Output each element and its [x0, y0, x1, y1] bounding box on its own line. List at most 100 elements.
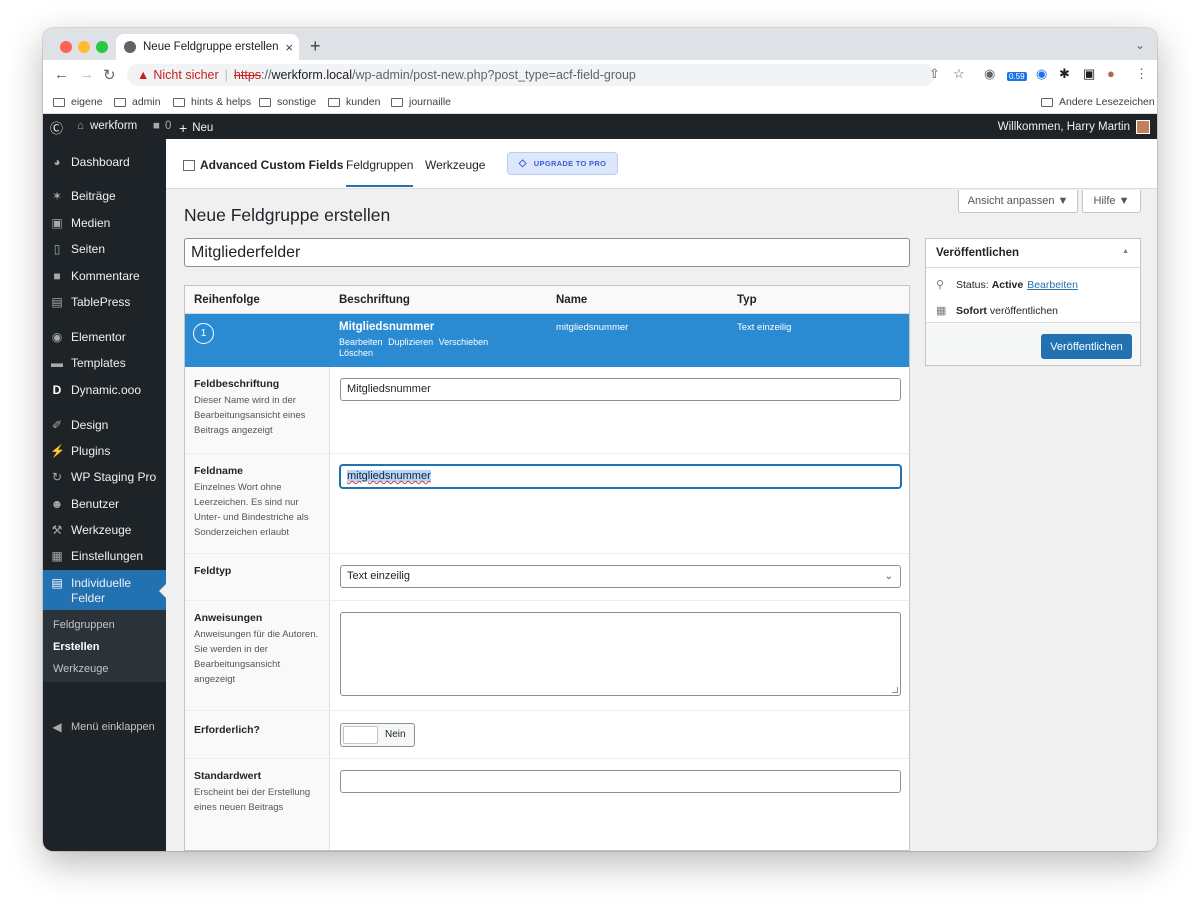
default-value-input[interactable] — [340, 770, 901, 793]
action-duplicate-link[interactable]: Duplizieren — [388, 337, 433, 347]
back-arrow-icon[interactable]: ← — [54, 66, 69, 83]
menu-item-media[interactable]: ▣ Medien — [43, 210, 166, 236]
collapse-menu-button[interactable]: ◀ Menü einklappen — [43, 714, 166, 740]
media-icon: ▣ — [51, 216, 63, 230]
wordpress-logo-icon[interactable]: Ⓒ — [50, 118, 63, 137]
minimize-window-button[interactable] — [78, 41, 90, 53]
browser-tab[interactable]: Neue Feldgruppe erstellen ‹ w × — [116, 34, 299, 60]
url-host: werkform.local — [271, 68, 353, 82]
brush-icon: ✐ — [51, 418, 63, 432]
publish-box-header[interactable]: Veröffentlichen ▲ — [926, 239, 1140, 268]
field-row-actions: Bearbeiten Duplizieren Verschieben Lösch… — [339, 337, 514, 359]
menu-item-wp-staging[interactable]: ↻ WP Staging Pro — [43, 464, 166, 490]
menu-item-dashboard[interactable]: ◕ Dashboard — [43, 149, 166, 175]
comment-icon: ■ — [53, 269, 61, 283]
bookmark-star-icon[interactable]: ☆ — [953, 66, 965, 82]
extension-badge[interactable]: 0.59 — [1007, 72, 1027, 81]
profile-avatar-icon[interactable]: ● — [1107, 66, 1115, 81]
bookmark-folder[interactable]: eigene — [53, 96, 103, 108]
chevron-down-icon: ⌄ — [884, 571, 893, 582]
field-row-active[interactable]: 1 Mitgliedsnummer Bearbeiten Duplizieren… — [185, 314, 909, 367]
field-name-input[interactable]: mitgliedsnummer — [340, 465, 901, 488]
menu-item-dynamic[interactable]: D Dynamic.ooo — [43, 377, 166, 403]
address-toolbar: ← → ↻ ▲ Nicht sicher | https://werkform.… — [43, 60, 1157, 90]
site-name-link[interactable]: ⌂ werkform — [77, 120, 137, 132]
tab-tools[interactable]: Werkzeuge — [425, 158, 485, 172]
acf-header-bar: Advanced Custom Fields Feldgruppen Werkz… — [166, 139, 1157, 189]
menu-item-tools[interactable]: ⚒ Werkzeuge — [43, 517, 166, 543]
menu-item-users[interactable]: ☻ Benutzer — [43, 491, 166, 517]
field-label-input[interactable]: Mitgliedsnummer — [340, 378, 901, 401]
forward-arrow-icon[interactable]: → — [79, 66, 94, 83]
instructions-textarea[interactable] — [340, 612, 901, 696]
publish-schedule: ▦ Sofort veröffentlichen — [936, 304, 1059, 318]
folder-icon — [53, 97, 65, 107]
folder-icon — [114, 97, 126, 107]
bookmark-folder[interactable]: kunden — [328, 96, 380, 108]
field-row-label[interactable]: Mitgliedsnummer — [339, 321, 434, 333]
action-delete-link[interactable]: Löschen — [339, 348, 373, 358]
url-scheme-separator: :// — [261, 68, 272, 82]
menu-item-plugins[interactable]: ⚡ Plugins — [43, 438, 166, 464]
camera-extension-icon[interactable]: ◉ — [984, 66, 995, 82]
globe-icon — [124, 41, 136, 53]
tab-field-groups[interactable]: Feldgruppen — [346, 158, 414, 187]
status-edit-link[interactable]: Bearbeiten — [1027, 279, 1078, 291]
zoom-window-button[interactable] — [96, 41, 108, 53]
close-window-button[interactable] — [60, 41, 72, 53]
other-bookmarks[interactable]: Andere Lesezeichen — [1041, 96, 1155, 108]
new-content-link[interactable]: + Neu — [179, 120, 213, 136]
plus-icon: + — [179, 120, 188, 136]
menu-item-templates[interactable]: ▬ Templates — [43, 350, 166, 376]
menu-item-posts[interactable]: ✶ Beiträge — [43, 183, 166, 209]
custom-fields-submenu: Feldgruppen Erstellen Werkzeuge — [43, 610, 166, 682]
reload-icon[interactable]: ↻ — [103, 66, 116, 84]
menu-item-comments[interactable]: ■ Kommentare — [43, 263, 166, 289]
close-tab-icon[interactable]: × — [285, 40, 293, 55]
resize-grip-icon[interactable] — [892, 687, 898, 693]
warning-icon: ▲ — [137, 68, 150, 82]
tab-list-chevron-icon[interactable]: ⌄ — [1135, 38, 1145, 52]
bookmark-folder[interactable]: journaille — [391, 96, 451, 108]
account-menu[interactable]: Willkommen, Harry Martin — [998, 120, 1150, 134]
browser-menu-icon[interactable]: ⋮ — [1135, 66, 1148, 82]
action-move-link[interactable]: Verschieben — [439, 337, 489, 347]
field-type-select[interactable]: Text einzeilig ⌄ — [340, 565, 901, 588]
submenu-field-groups[interactable]: Feldgruppen — [53, 619, 115, 631]
comments-link[interactable]: ■ 0 — [153, 120, 171, 132]
menu-item-tablepress[interactable]: ▤ TablePress — [43, 289, 166, 315]
required-toggle[interactable]: Nein — [340, 723, 415, 747]
publish-button[interactable]: Veröffentlichen — [1041, 334, 1132, 359]
field-order-badge[interactable]: 1 — [193, 323, 214, 344]
submenu-create[interactable]: Erstellen — [53, 641, 99, 653]
bookmark-folder[interactable]: admin — [114, 96, 161, 108]
field-group-title-input[interactable]: Mitgliederfelder — [184, 238, 910, 267]
upgrade-to-pro-button[interactable]: ◇ UPGRADE TO PRO — [507, 152, 618, 175]
bookmark-folder[interactable]: sonstige — [259, 96, 316, 108]
menu-item-custom-fields[interactable]: ▤ Individuelle Felder — [43, 570, 167, 610]
extensions-puzzle-icon[interactable]: ✱ — [1059, 66, 1070, 82]
url-bar[interactable]: ▲ Nicht sicher | https://werkform.local /… — [127, 64, 935, 86]
submenu-tools[interactable]: Werkzeuge — [53, 663, 108, 675]
folder-icon — [173, 97, 185, 107]
sidepanel-icon[interactable]: ▣ — [1083, 66, 1095, 82]
acf-logo-icon — [183, 159, 195, 171]
password-extension-icon[interactable]: ◉ — [1036, 66, 1047, 82]
menu-item-pages[interactable]: ▯ Seiten — [43, 236, 166, 262]
menu-item-settings[interactable]: ▦ Einstellungen — [43, 543, 166, 569]
action-edit-link[interactable]: Bearbeiten — [339, 337, 383, 347]
diamond-icon: ◇ — [518, 158, 527, 169]
new-tab-button[interactable]: + — [310, 36, 321, 57]
header-label: Beschriftung — [339, 294, 410, 306]
share-icon[interactable]: ⇧ — [929, 66, 940, 82]
menu-item-elementor[interactable]: ◉ Elementor — [43, 324, 166, 350]
help-button[interactable]: Hilfe ▼ — [1082, 190, 1141, 213]
tab-bar: Neue Feldgruppe erstellen ‹ w × + ⌄ — [43, 28, 1157, 60]
bookmark-folder[interactable]: hints & helps — [173, 96, 251, 108]
folder-icon — [1041, 97, 1053, 107]
collapse-toggle-icon[interactable]: ▲ — [1122, 248, 1129, 255]
screen-options-button[interactable]: Ansicht anpassen ▼ — [958, 190, 1078, 213]
menu-item-design[interactable]: ✐ Design — [43, 412, 166, 438]
comment-bubble-icon: ■ — [153, 120, 160, 132]
sync-icon: ↻ — [51, 470, 63, 484]
